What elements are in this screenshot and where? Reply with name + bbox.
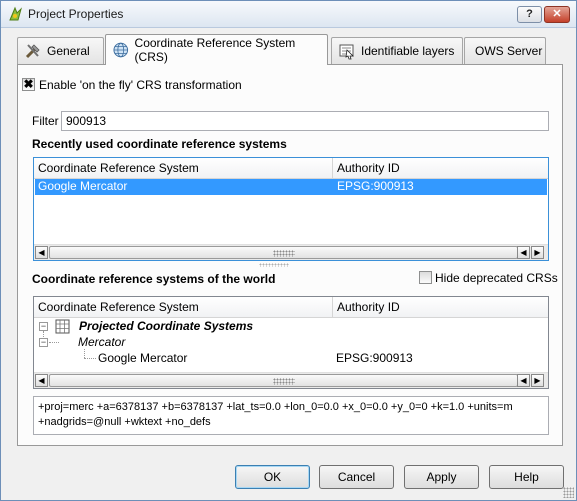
tab-crs-label: Coordinate Reference System (CRS) xyxy=(134,36,296,64)
grip-icon xyxy=(273,378,295,385)
tab-identifiable-layers[interactable]: Identifiable layers xyxy=(331,37,463,64)
scroll-right-button[interactable]: ▶ xyxy=(531,246,544,259)
world-table-hscrollbar[interactable]: ◀ ◀ ▶ xyxy=(34,372,548,388)
scroll-thumb[interactable] xyxy=(49,246,518,259)
scroll-thumb[interactable] xyxy=(49,374,518,387)
hide-deprecated-checkbox[interactable] xyxy=(419,271,432,284)
title-help-button[interactable]: ? xyxy=(517,6,542,23)
ok-button[interactable]: OK xyxy=(235,465,310,489)
resize-grip-icon[interactable] xyxy=(563,487,574,498)
tree-connector xyxy=(84,358,96,359)
column-header-crs[interactable]: Coordinate Reference System xyxy=(34,158,333,179)
column-header-authority[interactable]: Authority ID xyxy=(333,158,548,179)
collapse-icon[interactable]: − xyxy=(39,338,48,347)
title-close-button[interactable]: ✕ xyxy=(544,6,570,23)
tab-identifiable-label: Identifiable layers xyxy=(361,44,455,58)
filter-input[interactable]: 900913 xyxy=(61,111,549,131)
authority-id-cell: EPSG:900913 xyxy=(336,351,413,365)
tree-item-projected[interactable]: − Projected Coordinate Systems xyxy=(34,319,548,335)
recent-table-hscrollbar[interactable]: ◀ ◀ ▶ xyxy=(34,244,548,260)
hide-deprecated-label: Hide deprecated CRSs xyxy=(435,271,558,285)
tab-ows-server[interactable]: OWS Server xyxy=(464,37,546,64)
tools-icon xyxy=(25,44,40,59)
grip-icon xyxy=(273,250,295,257)
filter-label: Filter xyxy=(32,114,59,128)
tab-crs[interactable]: Coordinate Reference System (CRS) xyxy=(105,34,328,65)
cancel-button[interactable]: Cancel xyxy=(319,465,394,489)
otf-crs-label: Enable 'on the fly' CRS transformation xyxy=(39,78,242,92)
tab-ows-label: OWS Server xyxy=(475,44,543,58)
collapse-icon[interactable]: − xyxy=(39,322,48,331)
tree-group-label: Projected Coordinate Systems xyxy=(79,319,254,333)
recent-table-header: Coordinate Reference System Authority ID xyxy=(34,158,548,179)
scroll-left-button-2[interactable]: ◀ xyxy=(517,374,530,387)
crs-name-cell: Google Mercator xyxy=(38,179,128,193)
recent-crs-table[interactable]: Coordinate Reference System Authority ID… xyxy=(33,157,549,261)
help-button[interactable]: Help xyxy=(489,465,564,489)
recent-crs-heading: Recently used coordinate reference syste… xyxy=(32,137,287,151)
column-header-crs[interactable]: Coordinate Reference System xyxy=(34,297,333,318)
scroll-left-button[interactable]: ◀ xyxy=(35,246,48,259)
crs-name-cell: Google Mercator xyxy=(98,351,188,365)
world-crs-heading: Coordinate reference systems of the worl… xyxy=(32,272,276,286)
world-table-header: Coordinate Reference System Authority ID xyxy=(34,297,548,318)
proj4-text[interactable]: +proj=merc +a=6378137 +b=6378137 +lat_ts… xyxy=(33,396,549,435)
window-title: Project Properties xyxy=(28,7,124,21)
scroll-left-button[interactable]: ◀ xyxy=(35,374,48,387)
qgis-app-icon xyxy=(9,6,22,21)
identify-icon xyxy=(339,44,354,60)
globe-icon xyxy=(113,42,129,58)
tab-general-label: General xyxy=(47,44,90,58)
apply-button[interactable]: Apply xyxy=(404,465,479,489)
tree-item-mercator[interactable]: − Mercator xyxy=(34,335,548,351)
tree-connector xyxy=(49,342,59,343)
column-header-authority[interactable]: Authority ID xyxy=(333,297,548,318)
world-crs-tree[interactable]: Coordinate Reference System Authority ID… xyxy=(33,296,549,389)
tree-subgroup-label: Mercator xyxy=(78,335,126,349)
table-row[interactable]: Google Mercator EPSG:900913 xyxy=(35,179,547,195)
otf-crs-checkbox[interactable]: ✖ xyxy=(22,78,35,91)
grid-icon xyxy=(55,319,70,334)
project-properties-dialog: Project Properties ? ✕ General Coordinat… xyxy=(0,0,577,501)
tree-item-google-mercator[interactable]: Google Mercator EPSG:900913 xyxy=(34,351,548,367)
scroll-right-button[interactable]: ▶ xyxy=(531,374,544,387)
authority-id-cell: EPSG:900913 xyxy=(337,179,414,193)
tab-general[interactable]: General xyxy=(17,37,104,64)
title-bar[interactable]: Project Properties ? ✕ xyxy=(1,1,576,28)
splitter-handle[interactable] xyxy=(259,263,289,267)
scroll-left-button-2[interactable]: ◀ xyxy=(517,246,530,259)
